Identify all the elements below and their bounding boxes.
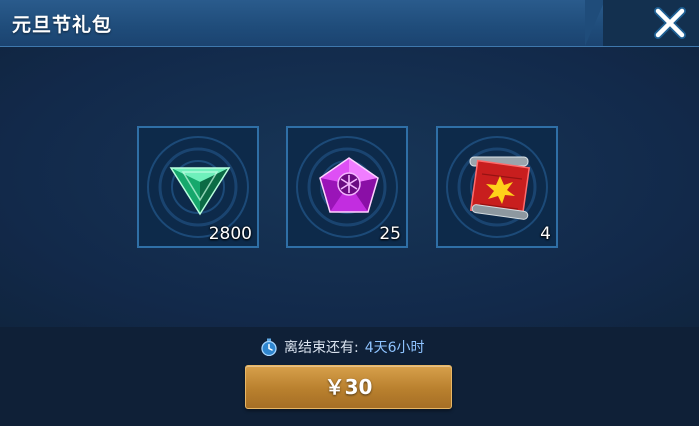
countdown-label: 离结束还有: xyxy=(284,340,359,356)
buy-button[interactable]: ￥30 xyxy=(245,365,452,409)
reward-slot-1[interactable]: 2800 xyxy=(137,126,259,248)
item-count: 2800 xyxy=(208,224,252,244)
purple-pentagon-gem-icon xyxy=(319,157,379,213)
countdown-timer: 离结束还有: 4天6小时 xyxy=(260,337,425,357)
green-triangle-gem-icon xyxy=(169,167,231,216)
reward-slot-3[interactable]: 4 xyxy=(436,126,558,248)
reward-slot-2[interactable]: 25 xyxy=(286,126,408,248)
item-count: 4 xyxy=(540,224,551,244)
stopwatch-icon xyxy=(261,338,277,356)
countdown-value: 4天6小时 xyxy=(364,340,425,356)
header-slant xyxy=(585,0,605,46)
close-icon xyxy=(654,7,686,39)
red-scroll-icon xyxy=(469,156,531,220)
close-button[interactable] xyxy=(652,6,688,40)
dialog-title: 元旦节礼包 xyxy=(12,14,113,36)
item-count: 25 xyxy=(379,224,401,244)
gift-pack-dialog: 元旦节礼包 2800 25 4 离结束还有: 4天6小时 ￥30 xyxy=(0,0,699,426)
